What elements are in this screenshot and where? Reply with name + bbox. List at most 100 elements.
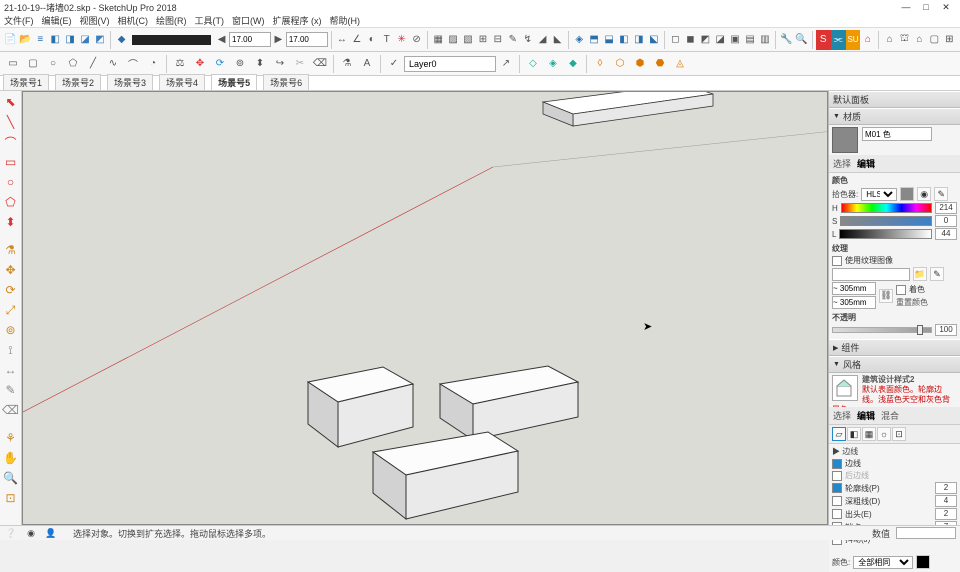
use-texture-checkbox[interactable]: [832, 256, 842, 266]
opacity-slider[interactable]: [832, 327, 932, 333]
style-tab-mix[interactable]: 混合: [881, 409, 899, 422]
lt-line-icon[interactable]: ╲: [2, 113, 20, 131]
open-file-icon[interactable]: 📂: [18, 30, 33, 50]
folder-icon[interactable]: ▢: [927, 30, 942, 50]
lt-pan-icon[interactable]: ✋: [2, 449, 20, 467]
layer-arrow-icon[interactable]: ↗: [496, 54, 516, 74]
view-top-icon[interactable]: ⬒: [587, 30, 602, 50]
dimension-icon[interactable]: ↔: [334, 30, 349, 50]
color-swatch-icon[interactable]: [900, 187, 914, 201]
section-icon[interactable]: ⊘: [409, 30, 424, 50]
edges-checkbox[interactable]: [832, 459, 842, 469]
extension-checkbox[interactable]: [832, 509, 842, 519]
split-icon[interactable]: ◬: [670, 54, 690, 74]
arc-icon[interactable]: ⌒: [123, 54, 143, 74]
lt-zoom-icon[interactable]: 🔍: [2, 469, 20, 487]
plugin-s-icon[interactable]: S: [816, 30, 831, 50]
tool-f-icon[interactable]: ✎: [505, 30, 520, 50]
paint-icon[interactable]: ⚗: [337, 54, 357, 74]
geo-icon[interactable]: ◉: [24, 527, 38, 539]
tool-d-icon[interactable]: ⊞: [475, 30, 490, 50]
plugin-wh-icon[interactable]: ⌂: [860, 30, 875, 50]
lt-offset-icon[interactable]: ⊚: [2, 321, 20, 339]
timeline-ruler[interactable]: [132, 35, 211, 45]
layers-icon[interactable]: ≡: [33, 30, 48, 50]
solid3-icon[interactable]: ◆: [563, 54, 583, 74]
cube4-icon[interactable]: ◩: [93, 30, 108, 50]
edge-color-mode[interactable]: 全部相同: [853, 556, 913, 569]
scene-tab-1[interactable]: 场景号1: [3, 74, 49, 90]
tool-i-icon[interactable]: ◣: [550, 30, 565, 50]
sat-value[interactable]: 0: [935, 215, 957, 227]
materials-panel-header[interactable]: ▼材质: [829, 108, 960, 125]
mat-tab-select[interactable]: 选择: [833, 157, 851, 170]
scene-tab-4[interactable]: 场景号4: [159, 74, 205, 90]
close-button[interactable]: ✕: [936, 2, 956, 13]
3dtext-icon[interactable]: A: [357, 54, 377, 74]
lt-eraser-icon[interactable]: ⌫: [2, 401, 20, 419]
select-icon[interactable]: ▭: [3, 54, 23, 74]
hue-slider[interactable]: [841, 203, 932, 213]
house1-icon[interactable]: ⌂: [882, 30, 897, 50]
next-frame-icon[interactable]: ▶: [271, 30, 286, 50]
rectangle-icon[interactable]: ▢: [23, 54, 43, 74]
pie-icon[interactable]: ◔: [143, 54, 163, 74]
polygon-icon[interactable]: ⬠: [63, 54, 83, 74]
colorize-checkbox[interactable]: [896, 285, 906, 295]
shade5-icon[interactable]: ▣: [728, 30, 743, 50]
lt-rect-icon[interactable]: ▭: [2, 153, 20, 171]
rotate-icon[interactable]: ⟳: [210, 54, 230, 74]
solid1-icon[interactable]: ◇: [523, 54, 543, 74]
lt-tape-icon[interactable]: ⟟: [2, 341, 20, 359]
lt-push-icon[interactable]: ⬍: [2, 213, 20, 231]
depthcue-checkbox[interactable]: [832, 496, 842, 506]
protractor-icon[interactable]: ◐: [364, 30, 379, 50]
menu-window[interactable]: 窗口(W): [232, 14, 265, 27]
circle-icon[interactable]: ○: [43, 54, 63, 74]
plugin-su-icon[interactable]: SU: [846, 30, 861, 50]
line-icon[interactable]: ╱: [83, 54, 103, 74]
eyedropper-model-icon[interactable]: ✎: [934, 187, 948, 201]
trim-icon[interactable]: ⬣: [650, 54, 670, 74]
menu-file[interactable]: 文件(F): [4, 14, 34, 27]
shade1-icon[interactable]: ◻: [668, 30, 683, 50]
menu-tools[interactable]: 工具(T): [195, 14, 225, 27]
shade3-icon[interactable]: ◩: [698, 30, 713, 50]
shade6-icon[interactable]: ▤: [743, 30, 758, 50]
lt-paint-icon[interactable]: ⚗: [2, 241, 20, 259]
menu-draw[interactable]: 绘图(R): [156, 14, 187, 27]
frame-value-2[interactable]: 17.00: [286, 32, 328, 47]
menu-edit[interactable]: 编辑(E): [42, 14, 72, 27]
lt-arc-icon[interactable]: ⌒: [2, 133, 20, 151]
tex-height-input[interactable]: [832, 296, 876, 309]
mat-tab-edit[interactable]: 编辑: [857, 157, 875, 170]
tape-icon[interactable]: ✂: [290, 54, 310, 74]
opacity-value[interactable]: 100: [935, 324, 957, 336]
lt-circle-icon[interactable]: ○: [2, 173, 20, 191]
house3-icon[interactable]: ⌂: [912, 30, 927, 50]
menu-extensions[interactable]: 扩展程序 (x): [273, 14, 322, 27]
tool-h-icon[interactable]: ◢: [535, 30, 550, 50]
scene-tab-3[interactable]: 场景号3: [107, 74, 153, 90]
shade7-icon[interactable]: ▥: [758, 30, 773, 50]
edge-color-swatch[interactable]: [916, 555, 930, 569]
wrench-icon[interactable]: 🔧: [779, 30, 794, 50]
style-tab-select[interactable]: 选择: [833, 409, 851, 422]
move-icon[interactable]: ✥: [190, 54, 210, 74]
back-edges-checkbox[interactable]: [832, 471, 842, 481]
frame-value[interactable]: 17.00: [229, 32, 271, 47]
view-left-icon[interactable]: ⬕: [646, 30, 661, 50]
lt-scale-icon[interactable]: ⤢: [2, 301, 20, 319]
scene-tab-6[interactable]: 场景号6: [263, 74, 309, 90]
edge-settings-icon[interactable]: ▱: [832, 427, 846, 441]
style-tab-edit[interactable]: 编辑: [857, 409, 875, 422]
eraser-icon[interactable]: ⌫: [310, 54, 330, 74]
solid2-icon[interactable]: ◈: [543, 54, 563, 74]
lt-rotate-icon[interactable]: ⟳: [2, 281, 20, 299]
freehand-icon[interactable]: ∿: [103, 54, 123, 74]
pushpull-icon[interactable]: ⬍: [250, 54, 270, 74]
union-icon[interactable]: ⬡: [610, 54, 630, 74]
tool-g-icon[interactable]: ↯: [520, 30, 535, 50]
menu-view[interactable]: 视图(V): [80, 14, 110, 27]
extension-value[interactable]: 2: [935, 508, 957, 520]
